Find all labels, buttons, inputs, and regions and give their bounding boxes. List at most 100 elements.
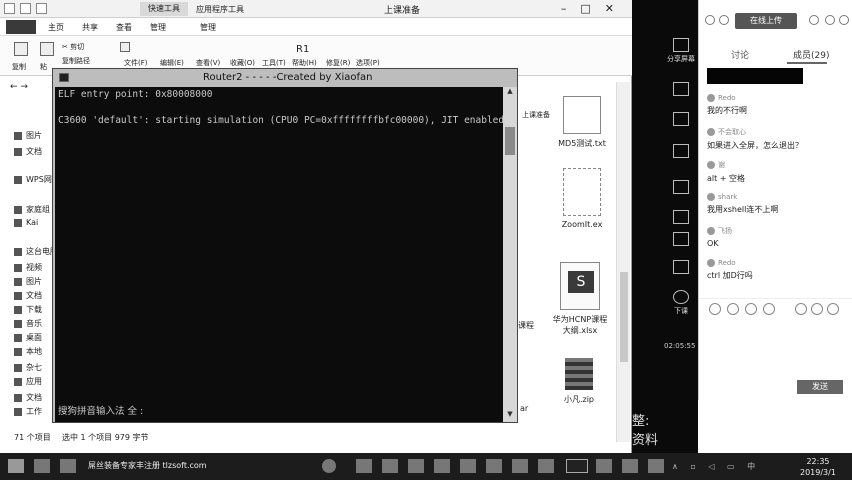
paste-button[interactable]: 粘	[40, 62, 47, 72]
share-screen-button[interactable]: 分享屏幕	[667, 38, 695, 64]
settings-icon[interactable]	[809, 15, 819, 25]
quick-access-icon[interactable]	[20, 3, 31, 14]
taskbar-app-icon[interactable]	[60, 459, 76, 473]
toolbar-button[interactable]	[667, 210, 695, 226]
close-icon[interactable]	[839, 15, 849, 25]
nav-item[interactable]: 文档	[14, 290, 42, 301]
taskbar-app-icon[interactable]	[356, 459, 372, 473]
nav-item[interactable]: 视频	[14, 262, 42, 273]
people-icon[interactable]	[827, 303, 839, 315]
toolbar-button[interactable]	[667, 82, 695, 98]
menu-file[interactable]: 文件(F)	[124, 58, 148, 68]
toolbar-button[interactable]	[667, 232, 695, 248]
file-zoomit[interactable]: ZoomIt.ex	[552, 168, 612, 229]
avatar[interactable]	[707, 94, 715, 102]
taskbar-app-icon[interactable]	[382, 459, 398, 473]
console-scroll-thumb[interactable]	[505, 127, 515, 155]
menu-help[interactable]: 帮助(H)	[292, 58, 317, 68]
taskbar-app-icon[interactable]	[512, 459, 528, 473]
file-md5[interactable]: MD5测试.txt	[552, 96, 612, 149]
nav-item[interactable]: 杂七	[14, 362, 42, 373]
flower-icon[interactable]	[745, 303, 757, 315]
toolbar-button[interactable]	[667, 144, 695, 160]
start-icon[interactable]	[8, 459, 24, 473]
cut-button[interactable]: ✂ 剪切	[62, 42, 84, 52]
console-output[interactable]: ELF entry point: 0x80008000 C3600 'defau…	[55, 87, 503, 422]
tab-share[interactable]: 共享	[82, 22, 98, 33]
console-titlebar[interactable]: Router2 - - - - -Created by Xiaofan	[53, 69, 517, 87]
taskbar-app-icon[interactable]	[434, 459, 450, 473]
tab-members[interactable]: 成员(29)	[793, 48, 829, 61]
tab-view[interactable]: 查看	[116, 22, 132, 33]
minimize-icon[interactable]	[825, 15, 835, 25]
taskbar-ad-text[interactable]: 屌丝装备专家丰注册 tlzsoft.com	[88, 460, 207, 471]
nav-item[interactable]: 本地	[14, 346, 42, 357]
back-arrow-icon[interactable]: ← →	[10, 82, 28, 92]
taskbar-app-icon[interactable]	[486, 459, 502, 473]
clap-icon[interactable]	[795, 303, 807, 315]
context-tab-label[interactable]: 快速工具	[140, 2, 188, 16]
copy-path-button[interactable]: 复制路径	[62, 56, 90, 66]
people-icon[interactable]	[811, 303, 823, 315]
avatar[interactable]	[707, 227, 715, 235]
copy-icon[interactable]	[40, 42, 54, 56]
nav-item[interactable]: 音乐	[14, 318, 42, 329]
nav-item[interactable]: 桌面	[14, 332, 42, 343]
chat-icon[interactable]	[705, 15, 715, 25]
avatar[interactable]	[707, 161, 715, 169]
image-icon[interactable]	[727, 303, 739, 315]
taskbar-app-icon[interactable]	[538, 459, 554, 473]
copy-button[interactable]: 复制	[12, 62, 26, 72]
menu-view[interactable]: 查看(V)	[196, 58, 220, 68]
scroll-down-icon[interactable]: ▼	[503, 410, 517, 422]
taskbar-app-icon[interactable]	[622, 459, 638, 473]
toolbar-button[interactable]	[667, 260, 695, 276]
send-button[interactable]: 发送	[797, 380, 843, 394]
quick-access-icon[interactable]	[4, 3, 15, 14]
end-class-button[interactable]: 下课	[667, 290, 695, 316]
taskbar-console-icon[interactable]	[566, 459, 588, 473]
nav-item[interactable]: 应用	[14, 376, 42, 387]
power-icon[interactable]	[322, 459, 336, 473]
file-hcnp-xlsx[interactable]: S 华为HCNP课程 大纲.xlsx	[540, 262, 620, 336]
taskbar-app-icon[interactable]	[648, 459, 664, 473]
upload-button[interactable]: 在线上传	[735, 13, 797, 29]
menu-fix[interactable]: 修复(R)	[326, 58, 350, 68]
toolbar-button[interactable]	[667, 180, 695, 196]
menu-bookmark[interactable]: 收藏(O)	[230, 58, 255, 68]
menu-options[interactable]: 选项(P)	[356, 58, 380, 68]
menu-tools[interactable]: 工具(T)	[262, 58, 286, 68]
emoji-icon[interactable]	[709, 303, 721, 315]
nav-item[interactable]: 图片	[14, 276, 42, 287]
gift-icon[interactable]	[763, 303, 775, 315]
console-scrollbar[interactable]: ▲ ▼	[503, 87, 517, 422]
taskbar-app-icon[interactable]	[460, 459, 476, 473]
menu-edit[interactable]: 编辑(E)	[160, 58, 184, 68]
avatar[interactable]	[707, 193, 715, 201]
context-tab-label-2[interactable]: 应用程序工具	[196, 4, 244, 15]
nav-item[interactable]: 下载	[14, 304, 42, 315]
avatar[interactable]	[707, 259, 715, 267]
taskbar-app-icon[interactable]	[596, 459, 612, 473]
tab-manage-2[interactable]: 管理	[200, 22, 216, 33]
window-controls[interactable]: –□✕	[561, 2, 628, 15]
tab-discussion[interactable]: 讨论	[731, 48, 749, 61]
nav-item[interactable]: 家庭组	[14, 204, 50, 215]
file-tab[interactable]	[6, 20, 36, 34]
nav-item[interactable]: 图片	[14, 130, 42, 141]
pin-icon[interactable]	[14, 42, 28, 56]
tab-manage[interactable]: 管理	[150, 22, 166, 33]
explorer-scrollbar[interactable]	[616, 82, 630, 442]
tab-home[interactable]: 主页	[48, 22, 64, 33]
file-zip[interactable]: 小凡.zip	[552, 358, 606, 405]
scrollbar-thumb[interactable]	[620, 272, 628, 362]
nav-item[interactable]: 工作	[14, 406, 42, 417]
taskbar-app-icon[interactable]	[34, 459, 50, 473]
router-console-window[interactable]: Router2 - - - - -Created by Xiaofan ELF …	[52, 68, 518, 423]
quick-access-icon[interactable]	[36, 3, 47, 14]
scroll-up-icon[interactable]: ▲	[503, 87, 517, 99]
avatar[interactable]	[707, 128, 715, 136]
toolbar-button[interactable]	[667, 112, 695, 128]
taskbar-app-icon[interactable]	[408, 459, 424, 473]
emoji-icon[interactable]	[719, 15, 729, 25]
